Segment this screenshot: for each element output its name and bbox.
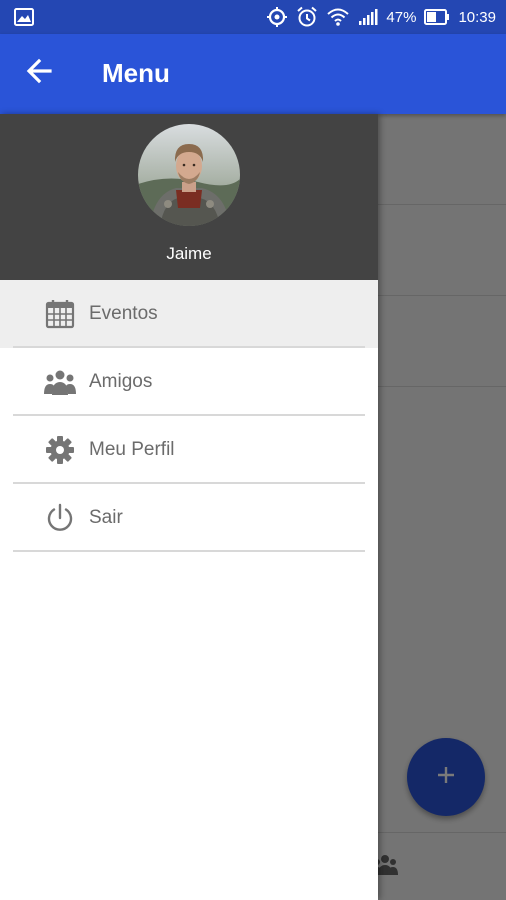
app-bar: Menu	[0, 34, 506, 114]
menu-item-label: Sair	[89, 507, 123, 528]
menu-item-amigos[interactable]: Amigos	[0, 348, 378, 416]
menu-item-eventos[interactable]: Eventos	[0, 280, 378, 348]
arrow-left-icon	[26, 58, 52, 89]
clock: 10:39	[458, 8, 496, 26]
drawer-header: Jaime	[0, 114, 378, 280]
menu-item-label: Amigos	[89, 371, 153, 392]
user-name: Jaime	[166, 244, 212, 263]
back-button[interactable]	[22, 56, 56, 90]
status-bar: 47% 10:39	[0, 0, 506, 34]
wifi-icon	[326, 7, 350, 27]
power-icon	[43, 501, 77, 535]
page-title: Menu	[102, 58, 170, 88]
people-icon	[43, 365, 77, 399]
divider	[13, 550, 365, 552]
gallery-icon	[14, 8, 34, 26]
menu-item-meu-perfil[interactable]: Meu Perfil	[0, 416, 378, 484]
battery-percent: 47%	[386, 8, 417, 26]
calendar-icon	[43, 297, 77, 331]
navigation-drawer: Jaime Eventos Amigos Meu Perfil Sair	[0, 114, 378, 900]
sync-icon	[266, 6, 288, 28]
avatar[interactable]	[138, 124, 240, 226]
battery-icon	[424, 9, 450, 25]
menu-item-label: Meu Perfil	[89, 439, 175, 460]
menu-item-sair[interactable]: Sair	[0, 484, 378, 552]
menu-item-label: Eventos	[89, 303, 158, 324]
menu-list: Eventos Amigos Meu Perfil Sair	[0, 280, 378, 552]
alarm-icon	[296, 6, 318, 28]
signal-icon	[358, 8, 378, 26]
gear-icon	[43, 433, 77, 467]
